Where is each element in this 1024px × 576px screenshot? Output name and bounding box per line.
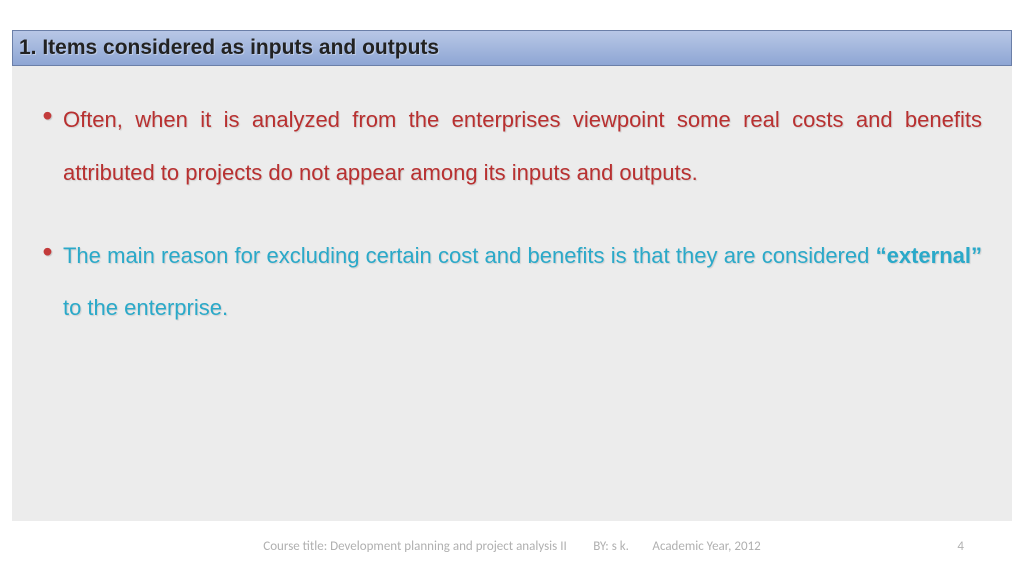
bullet-marker-icon: • <box>42 97 53 132</box>
bullet-suffix: to the enterprise. <box>63 295 228 320</box>
slide: 1. Items considered as inputs and output… <box>0 0 1024 576</box>
slide-body: • Often, when it is analyzed from the en… <box>12 66 1012 521</box>
slide-footer: Course title: Development planning and p… <box>0 534 1024 558</box>
footer-course: Course title: Development planning and p… <box>263 539 566 554</box>
bullet-item: • Often, when it is analyzed from the en… <box>42 94 982 200</box>
bullet-marker-icon: • <box>42 233 53 268</box>
footer-year: Academic Year, 2012 <box>652 539 760 554</box>
footer-center: Course title: Development planning and p… <box>0 539 1024 554</box>
slide-title: 1. Items considered as inputs and output… <box>19 36 439 60</box>
footer-by: BY: s k. <box>593 539 629 554</box>
bullet-text: The main reason for excluding certain co… <box>63 230 982 336</box>
bullet-bold: “external” <box>876 243 982 268</box>
bullet-item: • The main reason for excluding certain … <box>42 230 982 336</box>
title-bar: 1. Items considered as inputs and output… <box>12 30 1012 66</box>
bullet-prefix: The main reason for excluding certain co… <box>63 243 876 268</box>
bullet-text: Often, when it is analyzed from the ente… <box>63 94 982 200</box>
footer-page-number: 4 <box>957 539 964 554</box>
